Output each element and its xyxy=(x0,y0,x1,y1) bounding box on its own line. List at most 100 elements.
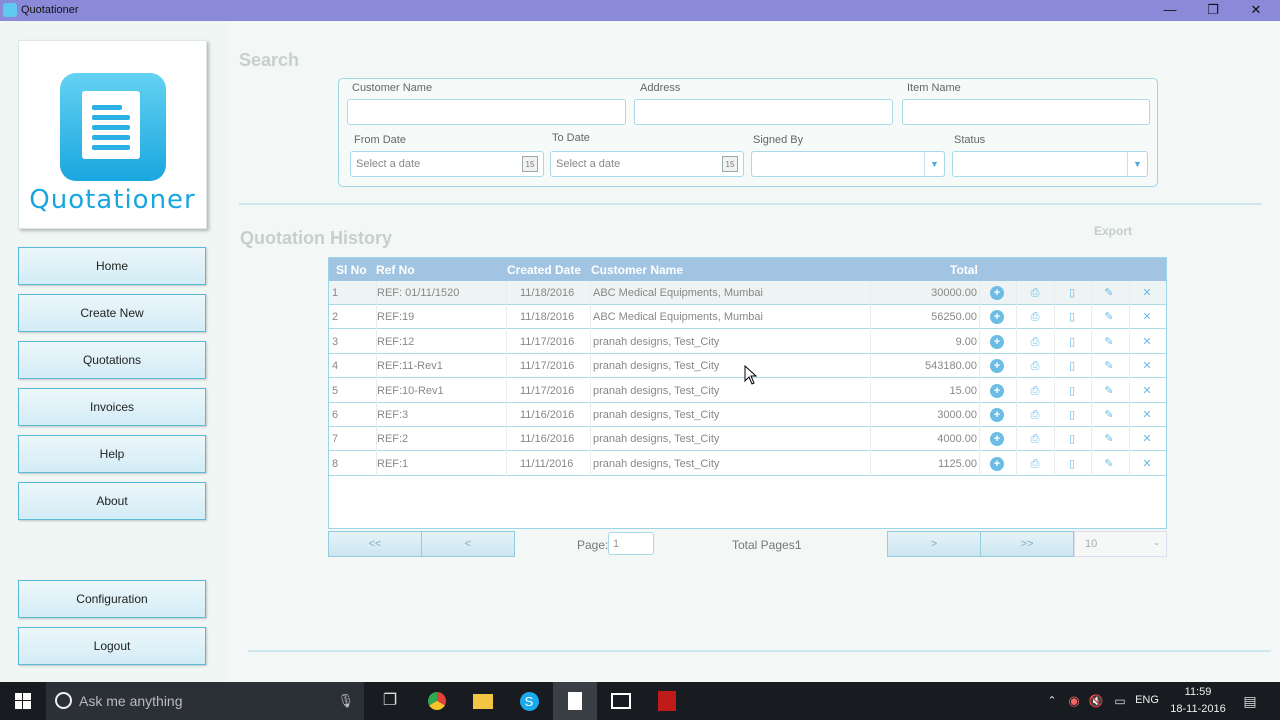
calendar-icon[interactable]: 15 xyxy=(522,156,538,172)
print-icon[interactable]: ⎙ xyxy=(1028,310,1042,324)
column-header[interactable]: Customer Name xyxy=(591,263,683,277)
logout-button[interactable]: Logout xyxy=(18,627,206,665)
document-icon[interactable]: ▯ xyxy=(1065,286,1079,300)
edit-icon[interactable]: ✎ xyxy=(1102,432,1116,446)
edit-icon[interactable]: ✎ xyxy=(1102,310,1116,324)
document-icon[interactable]: ▯ xyxy=(1065,408,1079,422)
next-page-button[interactable]: > xyxy=(887,531,981,557)
windows-start-icon[interactable] xyxy=(0,682,46,720)
invoices-button[interactable]: Invoices xyxy=(18,388,206,426)
table-row[interactable]: 6 REF:3 11/16/2016 pranah designs, Test_Cit… xyxy=(329,403,1166,427)
document-icon[interactable]: ▯ xyxy=(1065,359,1079,373)
print-icon[interactable]: ⎙ xyxy=(1028,408,1042,422)
add-icon[interactable]: + xyxy=(990,359,1004,374)
delete-icon[interactable]: ✕ xyxy=(1140,457,1154,471)
edit-icon[interactable]: ✎ xyxy=(1102,359,1116,373)
print-icon[interactable]: ⎙ xyxy=(1028,335,1042,349)
edit-icon[interactable]: ✎ xyxy=(1102,384,1116,398)
delete-icon[interactable]: ✕ xyxy=(1140,384,1154,398)
column-header[interactable]: Total xyxy=(950,263,978,277)
document-icon[interactable]: ▯ xyxy=(1065,457,1079,471)
previous-page-button[interactable]: < xyxy=(421,531,515,557)
print-icon[interactable]: ⎙ xyxy=(1028,384,1042,398)
sl-no-cell: 1 xyxy=(332,287,339,299)
task-view-icon[interactable]: ❐ xyxy=(370,682,410,720)
document-icon[interactable]: ▯ xyxy=(1065,335,1079,349)
item-name-input[interactable] xyxy=(902,99,1150,125)
chevron-up-icon[interactable]: ⌃ xyxy=(1042,682,1062,720)
edit-icon[interactable]: ✎ xyxy=(1102,335,1116,349)
edit-icon[interactable]: ✎ xyxy=(1102,457,1116,471)
calendar-icon[interactable]: 15 xyxy=(722,156,738,172)
minimize-button[interactable]: — xyxy=(1148,0,1192,21)
column-header[interactable]: Ref No xyxy=(376,263,415,277)
microphone-icon[interactable]: 🎙 xyxy=(337,682,354,720)
print-icon[interactable]: ⎙ xyxy=(1028,457,1042,471)
table-row[interactable]: 3 REF:12 11/17/2016 pranah designs, Test_Ci… xyxy=(329,329,1166,354)
signed-by-select[interactable]: ▼ xyxy=(751,151,945,177)
column-separator xyxy=(1016,305,1017,330)
export-button[interactable]: Export xyxy=(1094,224,1132,238)
delete-icon[interactable]: ✕ xyxy=(1140,286,1154,300)
antivirus-icon[interactable]: ◉ xyxy=(1064,682,1084,720)
print-icon[interactable]: ⎙ xyxy=(1028,286,1042,300)
edit-icon[interactable]: ✎ xyxy=(1102,408,1116,422)
quotations-button[interactable]: Quotations xyxy=(18,341,206,379)
first-page-button[interactable]: << xyxy=(328,531,422,557)
battery-icon[interactable]: ▭ xyxy=(1110,682,1130,720)
from-date-picker[interactable]: Select a date 15 xyxy=(350,151,544,177)
page-input[interactable]: 1 xyxy=(608,532,654,555)
volume-muted-icon[interactable]: 🔇 xyxy=(1086,682,1106,720)
delete-icon[interactable]: ✕ xyxy=(1140,359,1154,373)
help-button[interactable]: Help xyxy=(18,435,206,473)
column-header[interactable]: Created Date xyxy=(507,263,581,277)
taskbar-search[interactable]: Ask me anything 🎙 xyxy=(46,682,364,720)
page-size-select[interactable]: 10 ⌄ xyxy=(1074,531,1167,557)
document-icon[interactable]: ▯ xyxy=(1065,310,1079,324)
configuration-button[interactable]: Configuration xyxy=(18,580,206,618)
add-icon[interactable]: + xyxy=(990,286,1004,300)
document-icon[interactable]: ▯ xyxy=(1065,384,1079,398)
delete-icon[interactable]: ✕ xyxy=(1140,310,1154,324)
delete-icon[interactable]: ✕ xyxy=(1140,408,1154,422)
column-header[interactable]: Sl No xyxy=(336,263,367,277)
chrome-icon[interactable] xyxy=(417,682,457,720)
edit-icon[interactable]: ✎ xyxy=(1102,286,1116,300)
to-date-picker[interactable]: Select a date 15 xyxy=(550,151,744,177)
add-icon[interactable]: + xyxy=(990,334,1004,349)
clock-time[interactable]: 11:59 xyxy=(1170,686,1226,698)
file-explorer-icon[interactable] xyxy=(463,682,503,720)
pdf-reader-icon[interactable] xyxy=(645,682,689,720)
clock-date[interactable]: 18-11-2016 xyxy=(1170,703,1226,715)
close-button[interactable]: ✕ xyxy=(1234,0,1278,21)
table-row[interactable]: 2 REF:19 11/18/2016 ABC Medical Equipments,… xyxy=(329,305,1166,330)
address-input[interactable] xyxy=(634,99,893,125)
customer-name-input[interactable] xyxy=(347,99,626,125)
add-icon[interactable]: + xyxy=(990,383,1004,398)
maximize-button[interactable]: ❐ xyxy=(1191,0,1235,21)
document-icon[interactable]: ▯ xyxy=(1065,432,1079,446)
quotationer-taskbar-icon[interactable] xyxy=(553,682,597,720)
print-icon[interactable]: ⎙ xyxy=(1028,359,1042,373)
add-icon[interactable]: + xyxy=(990,310,1004,325)
table-row[interactable]: 8 REF:1 11/11/2016 pranah designs, Test_Cit… xyxy=(329,451,1166,476)
print-icon[interactable]: ⎙ xyxy=(1028,432,1042,446)
table-row[interactable]: 7 REF:2 11/16/2016 pranah designs, Test_Cit… xyxy=(329,427,1166,452)
add-icon[interactable]: + xyxy=(990,408,1004,422)
add-icon[interactable]: + xyxy=(990,456,1004,471)
status-select[interactable]: ▼ xyxy=(952,151,1148,177)
add-icon[interactable]: + xyxy=(990,432,1004,447)
create-new-button[interactable]: Create New xyxy=(18,294,206,332)
home-button[interactable]: Home xyxy=(18,247,206,285)
delete-icon[interactable]: ✕ xyxy=(1140,432,1154,446)
table-row[interactable]: 1 REF: 01/11/1520 11/18/2016 ABC Medical Eq… xyxy=(329,281,1166,305)
about-button[interactable]: About xyxy=(18,482,206,520)
delete-icon[interactable]: ✕ xyxy=(1140,335,1154,349)
language-indicator[interactable]: ENG xyxy=(1133,694,1161,706)
created-date-cell: 11/18/2016 xyxy=(520,311,575,324)
last-page-button[interactable]: >> xyxy=(980,531,1074,557)
skype-icon[interactable]: S xyxy=(509,682,549,720)
column-separator xyxy=(1054,451,1055,476)
photos-icon[interactable] xyxy=(599,682,643,720)
notifications-icon[interactable]: ▤ xyxy=(1236,682,1264,720)
